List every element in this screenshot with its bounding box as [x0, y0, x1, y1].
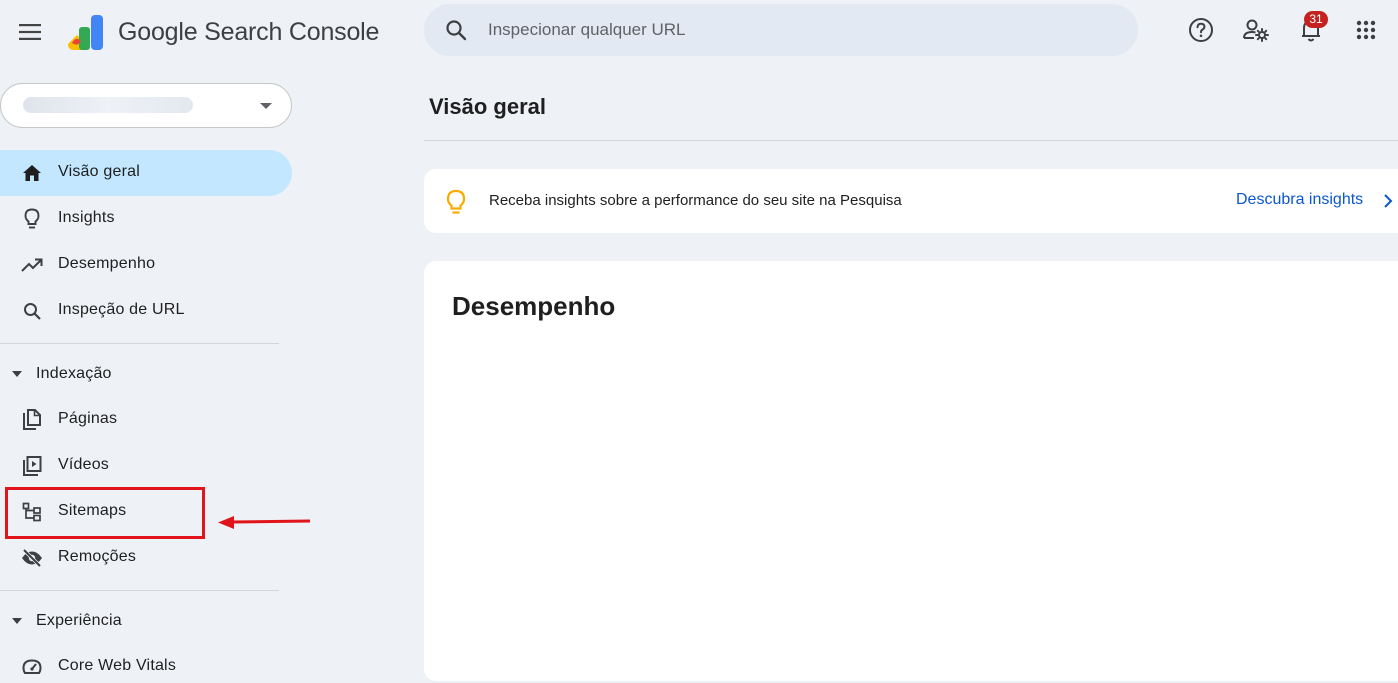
- sidebar-item-paginas[interactable]: Páginas: [0, 397, 292, 443]
- sitemap-icon: [20, 500, 44, 524]
- nav-divider: [0, 343, 279, 344]
- sidebar-item-label: Inspeção de URL: [58, 301, 185, 318]
- performance-card: Desempenho: [424, 261, 1398, 681]
- sidebar-item-label: Vídeos: [58, 456, 110, 473]
- section-label: Experiência: [36, 612, 122, 629]
- sidebar-item-label: Páginas: [58, 410, 118, 427]
- sidebar-item-label: Core Web Vitals: [58, 657, 177, 674]
- pages-icon: [20, 408, 44, 432]
- sidebar-item-core-web-vitals[interactable]: Core Web Vitals: [0, 644, 292, 683]
- section-toggle-experiencia[interactable]: Experiência: [0, 603, 279, 639]
- insights-banner-text: Receba insights sobre a performance do s…: [489, 192, 902, 209]
- product-name: Google Search Console: [118, 18, 380, 46]
- sidebar-item-label: Desempenho: [58, 255, 156, 272]
- page-title: Visão geral: [429, 94, 546, 119]
- discover-insights-link[interactable]: Descubra insights: [1236, 191, 1363, 209]
- sidebar-item-remocoes[interactable]: Remoções: [0, 535, 292, 581]
- property-selector[interactable]: [0, 83, 292, 128]
- apps-icon[interactable]: [1350, 14, 1382, 46]
- speed-icon: [20, 655, 44, 679]
- sidebar-item-label: Insights: [58, 209, 115, 226]
- menu-icon[interactable]: [14, 16, 46, 48]
- search-console-logo[interactable]: [66, 13, 106, 51]
- search-input[interactable]: [488, 4, 1108, 56]
- sidebar-item-visao-geral[interactable]: Visão geral: [0, 150, 292, 196]
- search-icon: [20, 299, 44, 323]
- sidebar-item-label: Visão geral: [58, 163, 140, 180]
- nav-divider: [0, 590, 279, 591]
- video-icon: [20, 454, 44, 478]
- sidebar-item-label: Remoções: [58, 548, 137, 565]
- title-divider: [424, 140, 1398, 141]
- visibility-off-icon: [20, 546, 44, 570]
- chevron-down-icon: [260, 103, 272, 109]
- sidebar-item-label: Sitemaps: [58, 502, 127, 519]
- section-toggle-indexacao[interactable]: Indexação: [0, 356, 279, 392]
- insights-banner: Receba insights sobre a performance do s…: [424, 169, 1398, 233]
- sidebar-item-sitemaps[interactable]: Sitemaps: [0, 489, 292, 535]
- sidebar-item-inspecao-url[interactable]: Inspeção de URL: [0, 288, 292, 334]
- search-console-app: Google Search Console Inspecionar qualqu…: [0, 0, 1398, 683]
- search-icon: [446, 20, 467, 41]
- sidebar-item-desempenho[interactable]: Desempenho: [0, 242, 292, 288]
- caret-down-icon: [12, 371, 22, 377]
- help-icon[interactable]: [1185, 14, 1217, 46]
- top-app-bar: Google Search Console Inspecionar qualqu…: [0, 0, 1398, 64]
- sidebar-item-videos[interactable]: Vídeos: [0, 443, 292, 489]
- url-inspection-search[interactable]: [424, 4, 1138, 56]
- caret-down-icon: [12, 618, 22, 624]
- home-icon: [20, 161, 44, 185]
- property-value-redacted: [23, 97, 193, 113]
- sidebar-item-insights[interactable]: Insights: [0, 196, 292, 242]
- lightbulb-icon: [20, 207, 44, 231]
- chevron-right-icon[interactable]: [1382, 193, 1394, 209]
- section-label: Indexação: [36, 365, 112, 382]
- lightbulb-icon: [446, 189, 466, 214]
- performance-card-title: Desempenho: [452, 291, 616, 321]
- user-settings-icon[interactable]: [1240, 14, 1272, 46]
- trending-up-icon: [20, 253, 44, 277]
- notification-badge: 31: [1304, 11, 1328, 28]
